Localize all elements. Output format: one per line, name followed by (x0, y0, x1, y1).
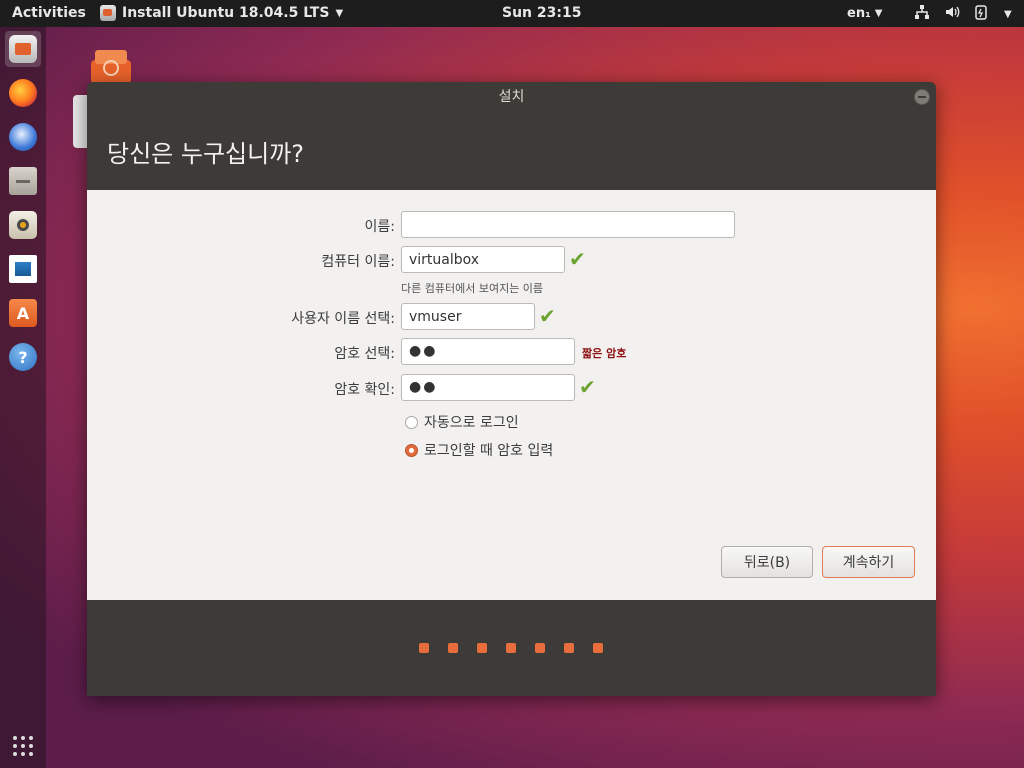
password-row: 암호 선택: ●● 짧은 암호 (87, 338, 936, 366)
progress-step (593, 643, 603, 653)
title-bar: 설치 (87, 82, 936, 112)
progress-step (448, 643, 458, 653)
username-input[interactable] (401, 303, 535, 330)
dock-rhythmbox[interactable] (5, 207, 41, 243)
volume-icon (944, 4, 960, 24)
language-label: en₁ (847, 6, 871, 21)
username-row: 사용자 이름 선택: ✔ (87, 303, 936, 331)
password-mask: ●● (409, 343, 438, 359)
dock-software[interactable]: A (5, 295, 41, 331)
clock[interactable]: Sun 23:15 (502, 5, 581, 21)
continue-button[interactable]: 계속하기 (822, 546, 915, 578)
page-title: 당신은 누구십니까? (107, 140, 305, 168)
minimize-icon[interactable] (914, 89, 930, 105)
libreoffice-writer-icon (9, 255, 37, 283)
confirm-mask: ●● (409, 379, 438, 395)
form-panel: 이름: 컴퓨터 이름: ✔ 다른 컴퓨터에서 보여지는 이름 사용자 이름 선택… (87, 190, 936, 600)
name-input[interactable] (401, 211, 735, 238)
help-icon: ? (9, 343, 37, 371)
name-label: 이름: (364, 219, 395, 235)
top-bar: Activities Install Ubuntu 18.04.5 LTS ▼ … (0, 0, 1024, 27)
name-row: 이름: (87, 211, 936, 239)
dock: A ? (0, 27, 46, 768)
dock-installer[interactable] (5, 31, 41, 67)
computer-name-row: 컴퓨터 이름: ✔ (87, 246, 936, 274)
computer-name-hint: 다른 컴퓨터에서 보여지는 이름 (401, 282, 544, 295)
language-indicator[interactable]: en₁ ▼ (847, 6, 882, 21)
radio-on-icon[interactable] (405, 443, 418, 457)
installer-app-icon (100, 5, 116, 21)
window-title: 설치 (498, 89, 525, 105)
rhythmbox-icon (9, 211, 37, 239)
dock-firefox[interactable] (5, 75, 41, 111)
system-tray[interactable]: ▼ (914, 4, 1012, 24)
progress-step (506, 643, 516, 653)
progress-step (419, 643, 429, 653)
activities-button[interactable]: Activities (12, 5, 86, 21)
show-applications-icon[interactable] (13, 736, 33, 756)
auto-login-option[interactable]: 자동으로 로그인 (405, 412, 519, 432)
require-password-label: 로그인할 때 암호 입력 (424, 443, 554, 459)
dock-thunderbird[interactable] (5, 119, 41, 155)
dock-writer[interactable] (5, 251, 41, 287)
radio-off-icon[interactable] (405, 415, 418, 429)
thunderbird-icon (9, 123, 37, 151)
computer-name-label: 컴퓨터 이름: (321, 254, 395, 270)
dock-help[interactable]: ? (5, 339, 41, 375)
desktop-installer-icon[interactable] (88, 46, 134, 86)
app-menu-label: Install Ubuntu 18.04.5 LTS (122, 5, 330, 21)
page-header: 당신은 누구십니까? (87, 112, 936, 190)
password-input[interactable]: ●● (401, 338, 575, 365)
confirm-label: 암호 확인: (334, 382, 395, 398)
password-strength: 짧은 암호 (582, 347, 627, 360)
back-button[interactable]: 뒤로(B) (721, 546, 813, 578)
check-icon: ✔ (579, 375, 596, 399)
progress-step (564, 643, 574, 653)
installer-window: 설치 당신은 누구십니까? 이름: 컴퓨터 이름: ✔ 다른 컴퓨터에서 보여지… (87, 82, 936, 696)
installer-icon (9, 35, 37, 63)
app-menu[interactable]: Install Ubuntu 18.04.5 LTS ▼ (100, 5, 343, 21)
progress-step (477, 643, 487, 653)
power-icon (974, 4, 990, 24)
check-icon: ✔ (569, 247, 586, 271)
network-icon (914, 4, 930, 24)
chevron-down-icon: ▼ (874, 8, 883, 19)
chevron-down-icon: ▼ (335, 7, 344, 19)
firefox-icon (9, 79, 37, 107)
confirm-password-input[interactable]: ●● (401, 374, 575, 401)
computer-name-input[interactable] (401, 246, 565, 273)
software-center-icon: A (9, 299, 37, 327)
auto-login-label: 자동으로 로그인 (424, 415, 519, 431)
password-label: 암호 선택: (334, 346, 395, 362)
username-label: 사용자 이름 선택: (291, 311, 395, 327)
confirm-row: 암호 확인: ●● ✔ (87, 374, 936, 402)
progress-step (535, 643, 545, 653)
require-password-option[interactable]: 로그인할 때 암호 입력 (405, 440, 553, 460)
check-icon: ✔ (539, 304, 556, 328)
progress-footer (87, 600, 936, 696)
chevron-down-icon: ▼ (1004, 8, 1012, 20)
files-icon (9, 167, 37, 195)
dock-files[interactable] (5, 163, 41, 199)
progress-dots (419, 643, 603, 653)
